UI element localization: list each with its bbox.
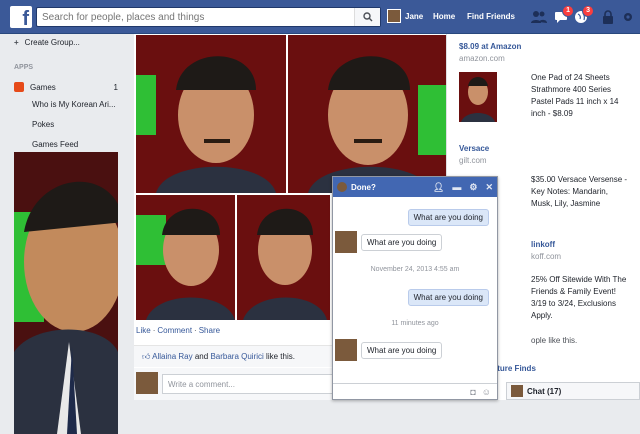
chat-composer[interactable]: ◘ ☺ [333,383,497,399]
avatar [387,9,401,23]
ad-social-context: ople like this. [531,336,578,345]
find-friends-link[interactable]: Find Friends [467,12,515,21]
search-icon [362,12,372,22]
message-outgoing: What are you doing [407,289,489,306]
profile-link[interactable]: Jane [387,9,423,23]
post-photo[interactable] [237,195,330,320]
messages-button[interactable]: 1 [553,5,574,25]
user-name: Jane [405,11,424,21]
account-settings-button[interactable] [620,9,636,25]
post-photo[interactable] [136,35,286,193]
message-timestamp: 11 minutes ago [391,320,439,327]
sidebar-item-pokes[interactable]: Pokes [32,120,54,129]
plus-icon: + [14,38,19,47]
chat-title: Done? [351,182,376,192]
sidebar-item-games[interactable]: Games 1 [14,82,132,92]
add-friend-icon[interactable]: 👤︎ [433,182,444,193]
games-count: 1 [113,82,118,92]
emoji-icon[interactable]: ☺ [482,387,491,397]
gear-icon [624,13,632,21]
ad-text: $35.00 Versace Versense - Key Notes: Man… [531,175,628,208]
avatar [335,231,357,253]
avatar [511,385,523,397]
create-group-link[interactable]: + Create Group... [14,38,80,47]
post-photo[interactable] [136,195,235,320]
friend-requests-button[interactable] [531,9,547,25]
video-icon[interactable]: ▬ [452,182,461,193]
gear-icon[interactable]: ⚙︎ [469,182,477,193]
chat-window: Done? 👤︎ ▬ ⚙︎ ✕ What are you doing What … [332,176,498,400]
chat-sidebar-tab[interactable]: Chat (17) [506,382,640,400]
avatar [335,339,357,361]
message-timestamp: November 24, 2013 4:55 am [370,266,460,273]
ad-text: 25% Off Sitewide With The Friends & Fami… [531,275,627,320]
games-label: Games [30,82,56,92]
privacy-shortcuts-button[interactable] [600,9,616,25]
liker-link-1[interactable]: Allaina Ray [152,352,192,361]
ad-domain: amazon.com [459,54,505,63]
liker-link-2[interactable]: Barbara Quirici [210,352,263,361]
notifications-badge: 3 [582,5,594,17]
message-outgoing: What are you doing [407,209,489,226]
message-incoming-row: What are you doing [335,339,443,361]
chat-tab-label: Chat (17) [527,386,562,396]
thumbs-up-icon: 👍︎ [142,352,151,361]
ad-title[interactable]: Versace [459,144,489,153]
home-link[interactable]: Home [433,12,455,21]
comment-link[interactable]: Comment [157,326,192,335]
camera-icon[interactable]: ◘ [470,387,475,397]
photo-background [14,152,118,434]
ad-title[interactable]: linkoff [531,240,555,249]
post-photo[interactable] [288,35,446,193]
apps-section-label: APPS [14,64,34,71]
search-box[interactable] [36,7,381,27]
ad-domain: gilt.com [459,156,487,165]
top-bar: f Jane Home Find Friends 1 3 [0,0,640,34]
chat-header[interactable]: Done? 👤︎ ▬ ⚙︎ ✕ [333,177,497,197]
post-actions: Like · Comment · Share [136,326,221,335]
search-button[interactable] [354,8,380,26]
close-icon[interactable]: ✕ [485,182,493,193]
facebook-logo[interactable]: f [10,6,32,28]
message-incoming: What are you doing [361,341,443,359]
create-group-label: Create Group... [24,38,80,47]
sidebar-item-games-feed[interactable]: Games Feed [32,140,78,149]
games-icon [14,82,24,92]
message-incoming-row: What are you doing [335,231,443,253]
like-suffix: like this. [266,352,295,361]
ad-title[interactable]: $8.09 at Amazon [459,42,521,51]
search-input[interactable] [37,8,354,26]
share-link[interactable]: Share [199,326,220,335]
left-sidebar: + Create Group... APPS Games 1 Who is My… [0,34,132,434]
avatar [337,182,347,192]
ad-image[interactable] [459,72,497,122]
avatar [136,372,158,394]
and-text: and [194,352,209,361]
lock-icon [603,10,613,24]
friends-icon [531,11,547,23]
ad-text: One Pad of 24 Sheets Strathmore 400 Seri… [531,73,619,118]
message-incoming: What are you doing [361,233,443,251]
like-link[interactable]: Like [136,326,151,335]
sidebar-item-korean-app[interactable]: Who is My Korean Ari... [32,100,116,109]
ad-domain: koff.com [531,252,562,261]
notifications-button[interactable]: 3 [573,5,594,25]
